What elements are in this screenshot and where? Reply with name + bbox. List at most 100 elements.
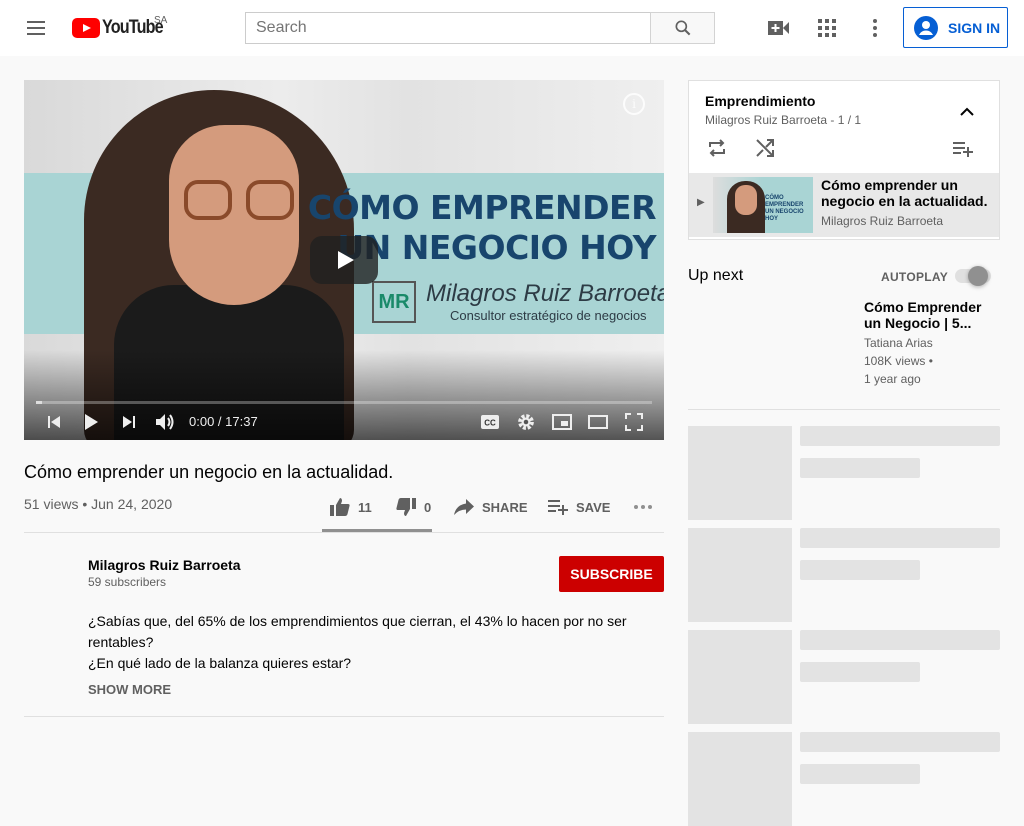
autoplay-label: AUTOPLAY (881, 270, 949, 284)
theater-mode-button[interactable] (580, 409, 616, 435)
playlist-item-channel: Milagros Ruiz Barroeta (821, 214, 944, 228)
play-icon (85, 414, 98, 430)
subtitles-button[interactable]: CC (472, 409, 508, 435)
divider (24, 716, 664, 717)
chevron-up-icon (960, 107, 974, 116)
playlist-item-title: Cómo emprender un negocio en la actualid… (821, 177, 988, 209)
placeholder-title (800, 630, 1000, 650)
toggle-knob (968, 266, 988, 286)
playlist-item-thumbnail: CÓMO EMPRENDER UN NEGOCIO HOY (713, 177, 813, 233)
more-vert-icon (873, 19, 877, 37)
svg-text:CC: CC (484, 419, 496, 428)
video-title: Cómo emprender un negocio en la actualid… (24, 462, 394, 482)
playlist-panel: Emprendimiento Milagros Ruiz Barroeta - … (688, 80, 1000, 240)
save-playlist-button[interactable] (951, 137, 975, 161)
youtube-logo[interactable]: YouTube SA (72, 15, 173, 39)
playlist-subtitle: Milagros Ruiz Barroeta - 1 / 1 (705, 113, 862, 127)
volume-icon (156, 414, 174, 430)
dislike-count: 0 (424, 499, 432, 515)
previous-button[interactable] (36, 409, 72, 435)
shuffle-icon (756, 139, 774, 157)
playlist-add-icon (548, 500, 568, 515)
next-button[interactable] (111, 409, 147, 435)
thumbnail-brand-sub: Consultor estratégico de negocios (450, 308, 647, 323)
settings-more-button[interactable] (863, 16, 887, 40)
video-player[interactable]: CÓMO EMPRENDER UN NEGOCIO HOY MR Milagro… (24, 80, 664, 440)
subscribe-button[interactable]: SUBSCRIBE (559, 556, 664, 592)
large-play-button[interactable] (310, 236, 378, 284)
mute-button[interactable] (147, 409, 183, 435)
playlist-title[interactable]: Emprendimiento (705, 93, 815, 109)
search-icon (675, 20, 690, 36)
placeholder-thumbnail (688, 528, 792, 622)
miniplayer-button[interactable] (544, 409, 580, 435)
placeholder-meta (800, 458, 920, 478)
now-playing-indicator-icon: ▶ (697, 197, 705, 208)
playlist-thumb-text: CÓMO EMPRENDER UN NEGOCIO HOY (765, 195, 804, 222)
apps-button[interactable] (815, 16, 839, 40)
brand-logo: MR (372, 281, 416, 323)
thumbs-down-icon (396, 498, 416, 516)
share-label: SHARE (482, 499, 528, 515)
skip-next-icon (123, 416, 135, 428)
glasses-right (246, 180, 294, 220)
create-video-icon (768, 21, 789, 35)
thumbnail-headline-1: CÓMO EMPRENDER (307, 188, 657, 227)
skip-previous-icon (48, 416, 60, 428)
fullscreen-icon (625, 413, 643, 431)
placeholder-meta (800, 764, 920, 784)
theater-mode-icon (588, 415, 608, 429)
sign-in-label: SIGN IN (948, 19, 1001, 36)
up-next-channel: Tatiana Arias (864, 336, 933, 350)
shuffle-playlist-button[interactable] (753, 136, 777, 160)
apps-icon (818, 19, 836, 37)
search-button[interactable] (650, 12, 715, 44)
more-horiz-icon (634, 505, 652, 509)
placeholder-thumbnail (688, 426, 792, 520)
subscriber-count: 59 subscribers (88, 575, 167, 589)
cc-icon: CC (481, 415, 499, 429)
up-next-video-title[interactable]: Cómo Emprender un Negocio | 5... (864, 299, 994, 331)
time-display: 0:00 / 17:37 (189, 414, 258, 429)
search-input[interactable] (245, 12, 651, 44)
sign-in-button[interactable]: SIGN IN (903, 7, 1008, 48)
miniplayer-icon (552, 414, 572, 430)
loop-playlist-button[interactable] (705, 136, 729, 160)
video-description: ¿Sabías que, del 65% de los emprendimien… (88, 611, 628, 674)
dislike-button[interactable]: 0 (396, 495, 431, 519)
menu-icon[interactable] (24, 16, 48, 40)
autoplay-toggle[interactable] (955, 266, 991, 286)
create-video-button[interactable] (767, 16, 791, 40)
like-button[interactable]: 11 (330, 495, 372, 519)
description-line-2: ¿En qué lado de la balanza quieres estar… (88, 655, 352, 671)
up-next-heading: Up next (688, 267, 744, 284)
thumbs-up-icon (330, 498, 350, 516)
placeholder-meta (800, 560, 920, 580)
show-more-button[interactable]: SHOW MORE (88, 682, 171, 697)
collapse-playlist-button[interactable] (955, 99, 979, 123)
play-button[interactable] (73, 409, 109, 435)
placeholder-title (800, 426, 1000, 446)
more-actions-button[interactable] (633, 495, 661, 519)
fullscreen-button[interactable] (616, 409, 652, 435)
share-button[interactable]: SHARE (454, 495, 528, 519)
repeat-icon (709, 139, 725, 157)
placeholder-meta (800, 662, 920, 682)
account-icon (914, 15, 938, 40)
view-count-date: 51 views • Jun 24, 2020 (24, 496, 173, 512)
share-icon (454, 499, 474, 515)
settings-button[interactable] (508, 409, 544, 435)
up-next-views: 108K views • (864, 354, 933, 368)
save-label: SAVE (576, 499, 611, 515)
progress-bar[interactable] (36, 401, 652, 404)
save-button[interactable]: SAVE (548, 495, 610, 519)
thumbnail-headline-2: UN NEGOCIO HOY (337, 228, 656, 267)
channel-name[interactable]: Milagros Ruiz Barroeta (88, 557, 240, 573)
placeholder-thumbnail (688, 630, 792, 724)
placeholder-title (800, 528, 1000, 548)
up-next-age: 1 year ago (864, 372, 921, 386)
youtube-play-logo-icon (72, 18, 100, 38)
country-code: SA (154, 15, 168, 26)
playlist-item[interactable]: ▶ CÓMO EMPRENDER UN NEGOCIO HOY Cómo emp… (689, 173, 999, 237)
info-card-icon[interactable]: i (623, 93, 645, 115)
